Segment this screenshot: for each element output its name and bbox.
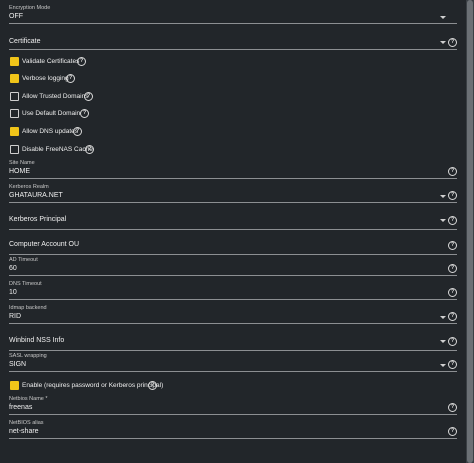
- encryption-mode-label: Encryption Mode: [9, 5, 51, 11]
- ad-timeout-label: AD Timeout: [9, 257, 38, 263]
- dns-timeout-field[interactable]: DNS Timeout 10 ?: [9, 280, 457, 300]
- idmap-backend-value: RID: [9, 313, 22, 320]
- chevron-down-icon: [440, 195, 446, 198]
- chevron-down-icon: [440, 364, 446, 367]
- site-name-underline: [9, 178, 457, 179]
- chevron-down-icon: [440, 16, 446, 19]
- idmap-backend-select[interactable]: Idmap backend RID ?: [9, 304, 457, 324]
- netbios-alias-value: net-share: [9, 428, 39, 435]
- netbios-name-field[interactable]: Netbios Name * freenas ?: [9, 395, 457, 415]
- checkbox-box[interactable]: [10, 57, 19, 66]
- chevron-down-icon: [440, 41, 446, 44]
- help-circle-icon[interactable]: ?: [448, 427, 457, 436]
- ad-timeout-field[interactable]: AD Timeout 60 ?: [9, 256, 457, 276]
- checkbox-box[interactable]: [10, 92, 19, 101]
- dns-timeout-label: DNS Timeout: [9, 281, 42, 287]
- encryption-mode-value: OFF: [9, 13, 23, 20]
- checkbox-label: Verbose logging: [22, 75, 69, 82]
- checkbox-label: Validate Certificates: [22, 58, 80, 65]
- checkbox-box[interactable]: [10, 381, 19, 390]
- help-circle-icon[interactable]: ?: [148, 381, 157, 390]
- help-circle-icon[interactable]: ?: [448, 241, 457, 250]
- checkbox-box[interactable]: [10, 127, 19, 136]
- ad-timeout-value: 60: [9, 265, 17, 272]
- winbind-nss-info-underline: [9, 350, 457, 351]
- checkbox-box[interactable]: [10, 74, 19, 83]
- help-circle-icon[interactable]: ?: [448, 360, 457, 369]
- netbios-name-label: Netbios Name *: [9, 396, 48, 402]
- checkbox-label: Allow Trusted Domains: [22, 93, 89, 100]
- help-circle-icon[interactable]: ?: [84, 92, 93, 101]
- kerberos-realm-label: Kerberos Realm: [9, 184, 49, 190]
- computer-account-ou-label: Computer Account OU: [9, 241, 80, 248]
- dns-timeout-underline: [9, 299, 457, 300]
- scrollbar-track[interactable]: [466, 0, 474, 463]
- netbios-alias-label: NetBIOS alias: [9, 420, 44, 426]
- help-circle-icon[interactable]: ?: [448, 337, 457, 346]
- kerberos-realm-select[interactable]: Kerberos Realm GHATAURA.NET ?: [9, 183, 457, 203]
- sasl-wrapping-select[interactable]: SASL wrapping SIGN ?: [9, 352, 457, 372]
- chevron-down-icon: [440, 340, 446, 343]
- site-name-value: HOME: [9, 168, 30, 175]
- active-directory-form: Encryption Mode OFF Certificate ? Valida…: [0, 0, 474, 463]
- certificate-label: Certificate: [9, 38, 41, 45]
- netbios-alias-underline: [9, 438, 457, 439]
- help-circle-icon[interactable]: ?: [448, 288, 457, 297]
- idmap-backend-underline: [9, 323, 457, 324]
- kerberos-realm-underline: [9, 202, 457, 203]
- netbios-name-value: freenas: [9, 404, 33, 411]
- sasl-wrapping-value: SIGN: [9, 361, 27, 368]
- site-name-field[interactable]: Site Name HOME ?: [9, 159, 457, 179]
- kerberos-principal-label: Kerberos Principal: [9, 216, 67, 223]
- certificate-select[interactable]: Certificate ?: [9, 34, 457, 50]
- ad-timeout-underline: [9, 275, 457, 276]
- checkbox-label: Use Default Domain: [22, 110, 81, 117]
- help-circle-icon[interactable]: ?: [85, 145, 94, 154]
- help-circle-icon[interactable]: ?: [80, 109, 89, 118]
- checkbox-box[interactable]: [10, 109, 19, 118]
- chevron-down-icon: [440, 219, 446, 222]
- kerberos-principal-select[interactable]: Kerberos Principal ?: [9, 213, 457, 230]
- encryption-mode-underline: [9, 23, 457, 24]
- chevron-down-icon: [440, 316, 446, 319]
- idmap-backend-label: Idmap backend: [9, 305, 47, 311]
- kerberos-principal-underline: [9, 229, 457, 230]
- scrollbar-thumb[interactable]: [467, 0, 473, 463]
- kerberos-realm-value: GHATAURA.NET: [9, 192, 63, 199]
- winbind-nss-info-select[interactable]: Winbind NSS Info ?: [9, 334, 457, 351]
- help-circle-icon[interactable]: ?: [448, 264, 457, 273]
- help-circle-icon[interactable]: ?: [77, 57, 86, 66]
- encryption-mode-select[interactable]: Encryption Mode OFF: [9, 4, 457, 24]
- checkbox-label: Enable (requires password or Kerberos pr…: [22, 382, 164, 389]
- help-circle-icon[interactable]: ?: [73, 127, 82, 136]
- help-circle-icon[interactable]: ?: [448, 38, 457, 47]
- computer-account-ou-underline: [9, 254, 457, 255]
- help-circle-icon[interactable]: ?: [448, 403, 457, 412]
- netbios-alias-field[interactable]: NetBIOS alias net-share ?: [9, 419, 457, 439]
- netbios-name-underline: [9, 414, 457, 415]
- dns-timeout-value: 10: [9, 289, 17, 296]
- help-circle-icon[interactable]: ?: [66, 74, 75, 83]
- winbind-nss-info-label: Winbind NSS Info: [9, 337, 65, 344]
- sasl-wrapping-underline: [9, 371, 457, 372]
- checkbox-box[interactable]: [10, 145, 19, 154]
- sasl-wrapping-label: SASL wrapping: [9, 353, 47, 359]
- computer-account-ou-field[interactable]: Computer Account OU ?: [9, 238, 457, 255]
- help-circle-icon[interactable]: ?: [448, 191, 457, 200]
- checkbox-label: Disable FreeNAS Cache: [22, 146, 93, 153]
- checkbox-label: Allow DNS updates: [22, 128, 78, 135]
- certificate-underline: [9, 49, 457, 50]
- help-circle-icon[interactable]: ?: [448, 167, 457, 176]
- site-name-label: Site Name: [9, 160, 35, 166]
- help-circle-icon[interactable]: ?: [448, 312, 457, 321]
- help-circle-icon[interactable]: ?: [448, 216, 457, 225]
